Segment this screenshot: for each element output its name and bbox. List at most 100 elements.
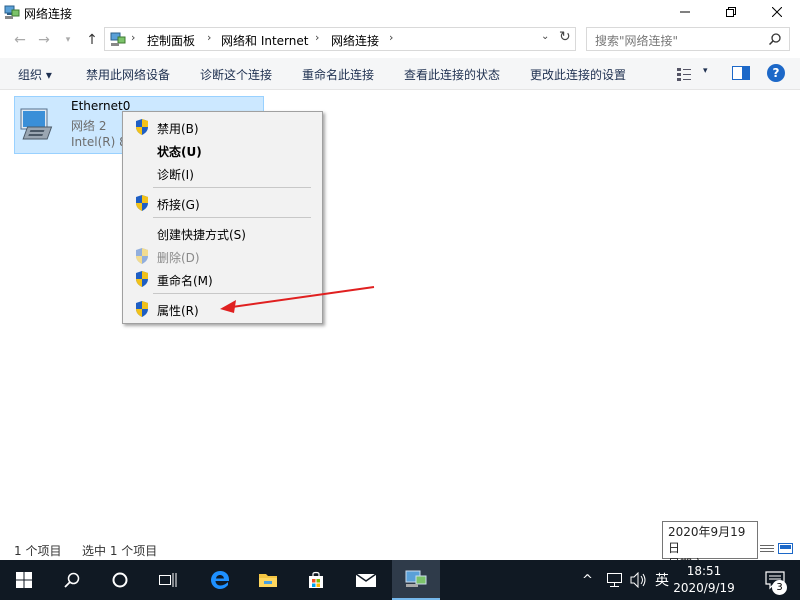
edge-button[interactable]	[196, 560, 244, 600]
address-bar[interactable]: › 控制面板 › 网络和 Internet › 网络连接 › ⌄ ↻	[104, 27, 576, 51]
search-box[interactable]: 搜索"网络连接"	[586, 27, 790, 51]
control-panel-icon	[110, 32, 126, 46]
title-bar: 网络连接	[0, 0, 800, 24]
cortana-icon	[112, 572, 128, 588]
input-method-indicator[interactable]: 英	[655, 560, 669, 600]
rename-button[interactable]: 重命名此连接	[302, 66, 374, 83]
menu-item-create-shortcut[interactable]: 创建快捷方式(S)	[127, 222, 318, 244]
menu-item-properties[interactable]: 属性(R)	[127, 298, 318, 320]
refresh-button[interactable]: ↻	[559, 29, 571, 45]
uac-shield-icon	[136, 119, 148, 135]
disable-device-button[interactable]: 禁用此网络设备	[86, 66, 170, 83]
menu-item-label: 状态(U)	[157, 145, 202, 159]
help-button[interactable]: ?	[767, 64, 785, 82]
start-button[interactable]	[0, 560, 48, 600]
restore-icon	[726, 7, 736, 17]
menu-item-label: 重命名(M)	[157, 274, 213, 288]
clock-time: 18:51	[686, 564, 722, 578]
back-button[interactable]: ←	[10, 30, 30, 50]
menu-item-rename[interactable]: 重命名(M)	[127, 268, 318, 290]
store-icon	[309, 571, 323, 588]
folder-icon	[259, 574, 277, 587]
annotation-arrow	[220, 286, 375, 313]
tooltip-date: 2020年9月19日	[668, 525, 746, 555]
adapter-network: 网络 2	[71, 119, 107, 133]
notification-count-badge: 3	[772, 580, 787, 595]
taskbar: ^ 英 18:51 2020/9/19 3	[0, 560, 800, 600]
menu-item-disable[interactable]: 禁用(B)	[127, 116, 318, 138]
action-center-button[interactable]: 3	[756, 560, 796, 600]
address-dropdown-button[interactable]: ⌄	[541, 31, 549, 42]
up-button[interactable]: ↑	[82, 30, 102, 50]
menu-item-label: 属性(R)	[157, 304, 199, 318]
breadcrumb-network-internet[interactable]: 网络和 Internet	[221, 32, 308, 49]
item-count: 1 个项目	[14, 544, 62, 558]
uac-shield-icon	[136, 271, 148, 287]
selected-count: 选中 1 个项目	[82, 544, 158, 558]
cortana-button[interactable]	[96, 560, 144, 600]
command-bar: 组织 ▾ 禁用此网络设备 诊断这个连接 重命名此连接 查看此连接的状态 更改此连…	[0, 58, 800, 90]
menu-item-delete: 删除(D)	[127, 245, 318, 267]
recent-locations-button[interactable]: ▾	[58, 30, 78, 50]
menu-item-label: 诊断(I)	[157, 168, 194, 182]
menu-item-bridge[interactable]: 桥接(G)	[127, 192, 318, 214]
diagnose-button[interactable]: 诊断这个连接	[200, 66, 272, 83]
search-placeholder[interactable]: 搜索"网络连接"	[595, 32, 678, 49]
menu-item-label: 创建快捷方式(S)	[157, 228, 246, 242]
details-view-icon[interactable]	[760, 543, 796, 555]
show-hidden-icons-button[interactable]: ^	[582, 560, 593, 600]
volume-icon[interactable]	[630, 572, 648, 588]
store-button[interactable]	[292, 560, 340, 600]
breadcrumb-separator[interactable]: ›	[315, 31, 319, 44]
forward-button[interactable]: →	[34, 30, 54, 50]
mail-icon	[355, 573, 377, 587]
uac-shield-icon	[136, 195, 148, 211]
task-view-button[interactable]	[144, 560, 192, 600]
maximize-button[interactable]	[708, 0, 754, 24]
breadcrumb-network-connections[interactable]: 网络连接	[331, 32, 379, 49]
network-adapter-icon	[20, 108, 53, 140]
view-status-button[interactable]: 查看此连接的状态	[404, 66, 500, 83]
menu-item-label: 桥接(G)	[157, 198, 200, 212]
clock[interactable]: 18:51 2020/9/19	[672, 563, 736, 597]
view-options-icon[interactable]	[676, 66, 692, 82]
window-title: 网络连接	[24, 7, 73, 21]
network-connections-taskbar-button[interactable]	[392, 560, 440, 600]
change-settings-button[interactable]: 更改此连接的设置	[530, 66, 626, 83]
close-button[interactable]	[754, 0, 800, 24]
windows-logo-icon	[16, 572, 32, 588]
preview-pane-icon[interactable]	[732, 66, 750, 80]
breadcrumb-separator[interactable]: ›	[207, 31, 211, 44]
search-icon	[64, 572, 80, 588]
menu-item-label: 删除(D)	[157, 251, 200, 265]
mail-button[interactable]	[342, 560, 390, 600]
network-status-icon[interactable]	[606, 572, 624, 588]
adapter-device: Intel(R) 8	[71, 135, 127, 149]
menu-separator	[153, 187, 311, 188]
search-icon[interactable]	[769, 33, 781, 45]
date-tooltip: 2020年9月19日 星期六	[662, 521, 758, 571]
organize-button[interactable]: 组织 ▾	[18, 66, 52, 83]
menu-separator	[153, 293, 311, 294]
menu-separator	[153, 217, 311, 218]
close-icon	[772, 7, 782, 17]
task-view-icon	[159, 573, 177, 587]
minimize-button[interactable]	[662, 0, 708, 24]
breadcrumb-separator[interactable]: ›	[131, 31, 135, 44]
menu-item-label: 禁用(B)	[157, 122, 199, 136]
file-explorer-button[interactable]	[244, 560, 292, 600]
uac-shield-icon	[136, 248, 148, 264]
menu-item-status[interactable]: 状态(U)	[127, 139, 318, 161]
network-connections-icon	[405, 570, 427, 587]
menu-item-diagnose[interactable]: 诊断(I)	[127, 162, 318, 184]
context-menu: 禁用(B) 状态(U) 诊断(I) 桥接(G) 创建快捷方式(S) 删除(D) …	[122, 111, 323, 324]
search-taskbar-button[interactable]	[48, 560, 96, 600]
breadcrumb-control-panel[interactable]: 控制面板	[147, 32, 195, 49]
clock-date: 2020/9/19	[673, 581, 735, 595]
network-connections-icon	[4, 5, 20, 19]
view-dropdown-button[interactable]: ▾	[703, 66, 708, 76]
breadcrumb-separator[interactable]: ›	[389, 31, 393, 44]
uac-shield-icon	[136, 301, 148, 317]
edge-icon	[211, 571, 229, 589]
navigation-bar: ← → ▾ ↑ › 控制面板 › 网络和 Internet › 网络连接 › ⌄…	[0, 24, 800, 56]
